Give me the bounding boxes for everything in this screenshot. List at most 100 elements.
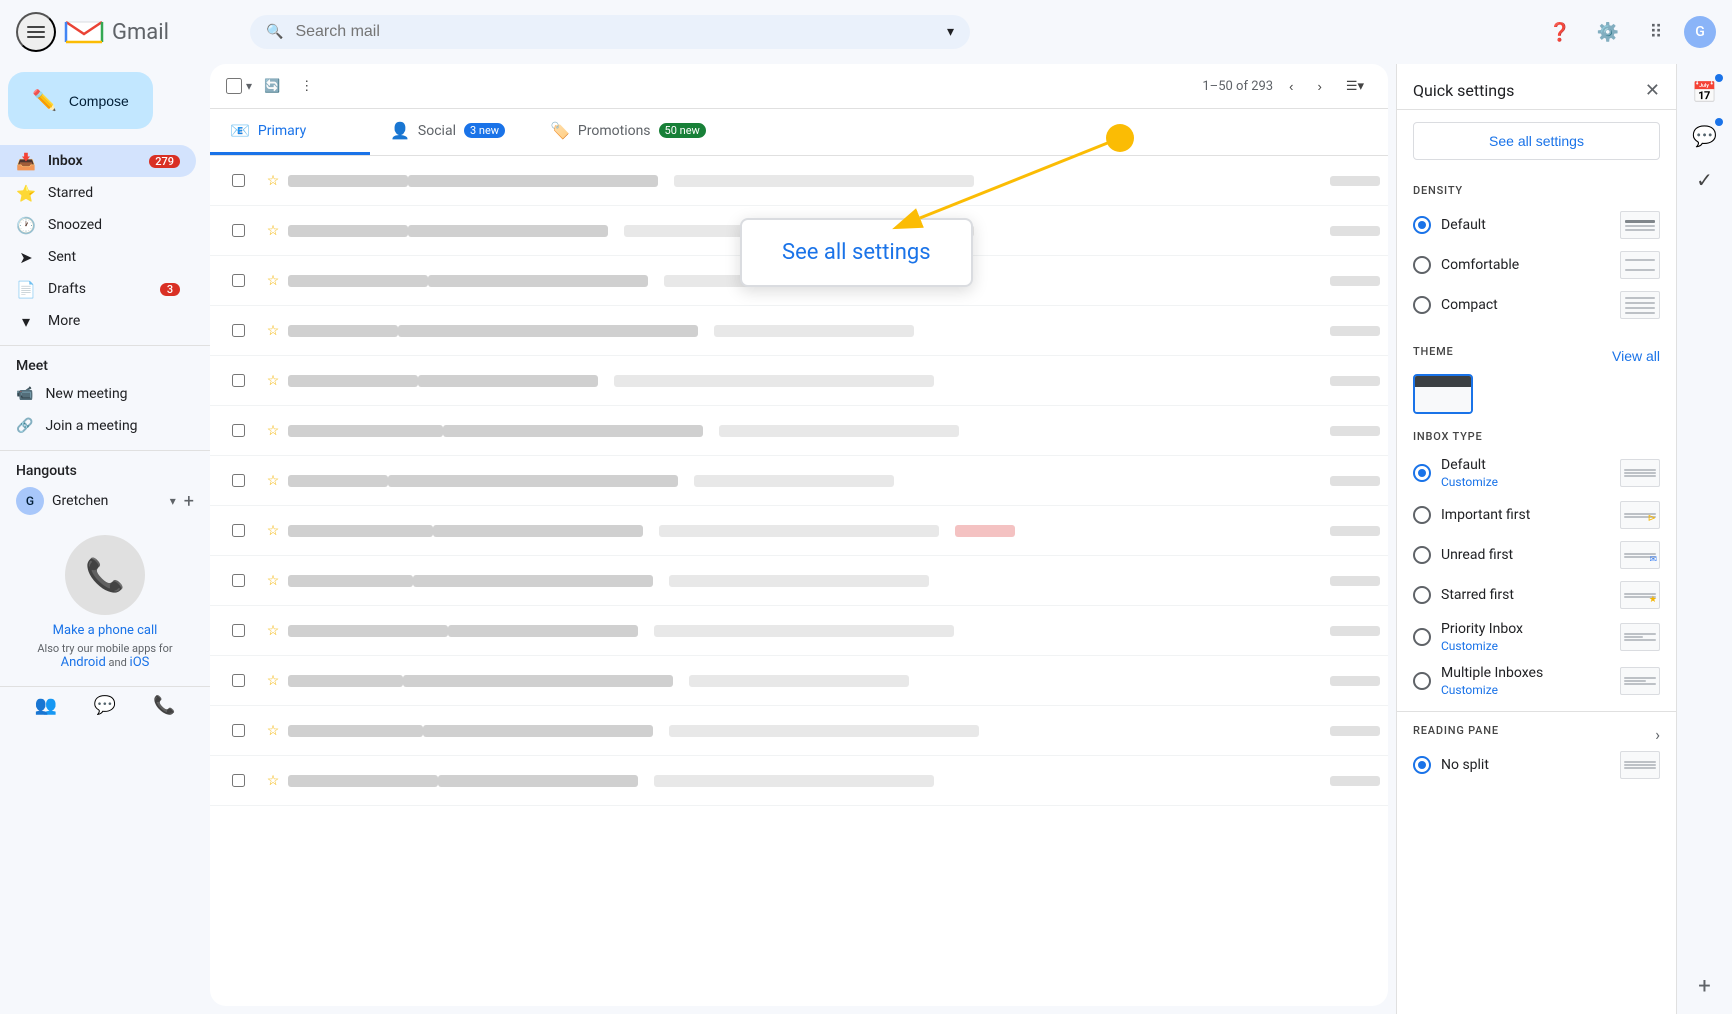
search-input[interactable]	[295, 23, 935, 41]
sidebar-item-inbox[interactable]: 📥 Inbox 279	[0, 145, 196, 177]
tab-primary-label: Primary	[258, 123, 306, 139]
view-all-themes-button[interactable]: View all	[1612, 348, 1660, 364]
reading-pane-title: READING PANE	[1413, 724, 1499, 737]
promotions-badge: 50 new	[659, 123, 706, 138]
email-row[interactable]: ☆	[210, 656, 1388, 706]
email-check[interactable]	[218, 174, 258, 187]
add-side-app-button[interactable]: +	[1685, 966, 1725, 1006]
view-options-button[interactable]: ☰▾	[1338, 72, 1372, 100]
email-row[interactable]: ☆	[210, 406, 1388, 456]
ios-link[interactable]: iOS	[130, 655, 150, 670]
more-options-button[interactable]: ⋮	[292, 72, 321, 100]
density-compact-option[interactable]: Compact	[1413, 285, 1660, 325]
chat-side-icon[interactable]: 💬	[1685, 116, 1725, 156]
select-dropdown-icon[interactable]: ▾	[246, 79, 252, 93]
inbox-default-radio[interactable]	[1413, 464, 1431, 482]
meet-badge	[1715, 74, 1723, 82]
no-split-radio[interactable]	[1413, 756, 1431, 774]
density-compact-radio[interactable]	[1413, 296, 1431, 314]
density-default-radio[interactable]	[1413, 216, 1431, 234]
call-icon[interactable]: 📞	[153, 695, 175, 716]
email-row[interactable]: ☆	[210, 706, 1388, 756]
email-row[interactable]: ☆	[210, 556, 1388, 606]
refresh-button[interactable]: 🔄	[256, 72, 288, 100]
search-bar[interactable]: 🔍 ▾	[250, 15, 970, 49]
inbox-important-radio[interactable]	[1413, 506, 1431, 524]
email-row[interactable]: ☆	[210, 356, 1388, 406]
email-row[interactable]: ☆	[210, 156, 1388, 206]
gmail-logo: Gmail	[64, 18, 169, 46]
add-hangout-icon[interactable]: +	[184, 491, 194, 512]
tasks-side-icon[interactable]: ✓	[1685, 160, 1725, 200]
inbox-default-option[interactable]: Default Customize	[1413, 451, 1660, 495]
sidebar-item-more[interactable]: ▾ More	[0, 305, 196, 337]
next-page-button[interactable]: ›	[1309, 73, 1329, 100]
email-row[interactable]: ☆	[210, 456, 1388, 506]
email-star[interactable]: ☆	[258, 173, 288, 189]
density-section: DENSITY Default Comfortable	[1397, 172, 1676, 337]
hangout-avatar: G	[16, 487, 44, 515]
inbox-unread-radio[interactable]	[1413, 546, 1431, 564]
sidebar-item-starred[interactable]: ⭐ Starred	[0, 177, 196, 209]
sidebar: ✏️ Compose 📥 Inbox 279 ⭐ Starred 🕐 Snooz…	[0, 64, 210, 1014]
inbox-starred-radio[interactable]	[1413, 586, 1431, 604]
tab-social[interactable]: 👤 Social 3 new	[370, 109, 530, 155]
email-row[interactable]: ☆	[210, 606, 1388, 656]
hangout-gretchen[interactable]: G Gretchen ▾ +	[0, 483, 210, 519]
compose-button[interactable]: ✏️ Compose	[8, 72, 153, 129]
tab-promotions[interactable]: 🏷️ Promotions 50 new	[530, 109, 726, 155]
density-default-preview	[1620, 211, 1660, 239]
menu-button[interactable]	[16, 12, 56, 52]
inbox-multiple-customize[interactable]: Customize	[1441, 683, 1610, 697]
help-button[interactable]: ❓	[1540, 12, 1580, 52]
inbox-multiple-option[interactable]: Multiple Inboxes Customize	[1413, 659, 1660, 703]
people-icon[interactable]: 👥	[34, 695, 56, 716]
qs-close-button[interactable]: ✕	[1645, 80, 1660, 101]
density-comfortable-option[interactable]: Comfortable	[1413, 245, 1660, 285]
sidebar-item-new-meeting[interactable]: 📹 New meeting	[0, 378, 210, 410]
apps-button[interactable]: ⠿	[1636, 12, 1676, 52]
see-all-settings-button[interactable]: See all settings	[1413, 122, 1660, 160]
density-comfortable-radio[interactable]	[1413, 256, 1431, 274]
email-row[interactable]: ☆	[210, 306, 1388, 356]
inbox-multiple-radio[interactable]	[1413, 672, 1431, 690]
search-icon: 🔍	[266, 24, 283, 40]
inbox-priority-customize[interactable]: Customize	[1441, 639, 1610, 653]
tab-promotions-label: Promotions	[578, 123, 651, 139]
chat-icon[interactable]: 💬	[94, 695, 116, 716]
inbox-starred-option[interactable]: Starred first ★	[1413, 575, 1660, 615]
tab-primary[interactable]: 📧 Primary	[210, 109, 370, 155]
drafts-icon: 📄	[16, 280, 36, 299]
sidebar-item-join-meeting[interactable]: 🔗 Join a meeting	[0, 410, 210, 442]
snoozed-icon: 🕐	[16, 216, 36, 235]
email-row[interactable]: ☆	[210, 506, 1388, 556]
meet-side-icon[interactable]: 📅	[1685, 72, 1725, 112]
email-row[interactable]: ☆	[210, 256, 1388, 306]
search-options-icon[interactable]: ▾	[947, 24, 954, 40]
theme-thumbnail[interactable]	[1413, 374, 1473, 414]
inbox-unread-option[interactable]: Unread first ✉	[1413, 535, 1660, 575]
no-split-option[interactable]: No split	[1413, 745, 1660, 785]
settings-button[interactable]: ⚙️	[1588, 12, 1628, 52]
sidebar-item-snoozed[interactable]: 🕐 Snoozed	[0, 209, 196, 241]
sidebar-item-sent[interactable]: ➤ Sent	[0, 241, 196, 273]
inbox-priority-option[interactable]: Priority Inbox Customize	[1413, 615, 1660, 659]
join-meeting-label: Join a meeting	[45, 418, 137, 434]
reading-pane-expand-icon[interactable]: ›	[1655, 725, 1660, 744]
email-row[interactable]: ☆	[210, 206, 1388, 256]
density-default-option[interactable]: Default	[1413, 205, 1660, 245]
email-row[interactable]: ☆	[210, 756, 1388, 806]
android-link[interactable]: Android	[61, 655, 106, 670]
more-icon: ▾	[16, 312, 36, 331]
select-all-checkbox[interactable]	[226, 78, 242, 94]
drafts-label: Drafts	[48, 281, 148, 297]
inbox-important-option[interactable]: Important first ⊳	[1413, 495, 1660, 535]
inbox-priority-label: Priority Inbox	[1441, 621, 1610, 637]
prev-page-button[interactable]: ‹	[1281, 73, 1301, 100]
avatar[interactable]: G	[1684, 16, 1716, 48]
sidebar-item-drafts[interactable]: 📄 Drafts 3	[0, 273, 196, 305]
make-phone-call-link[interactable]: Make a phone call	[53, 623, 158, 638]
inbox-default-customize[interactable]: Customize	[1441, 475, 1610, 489]
density-title: DENSITY	[1413, 184, 1660, 197]
inbox-priority-radio[interactable]	[1413, 628, 1431, 646]
